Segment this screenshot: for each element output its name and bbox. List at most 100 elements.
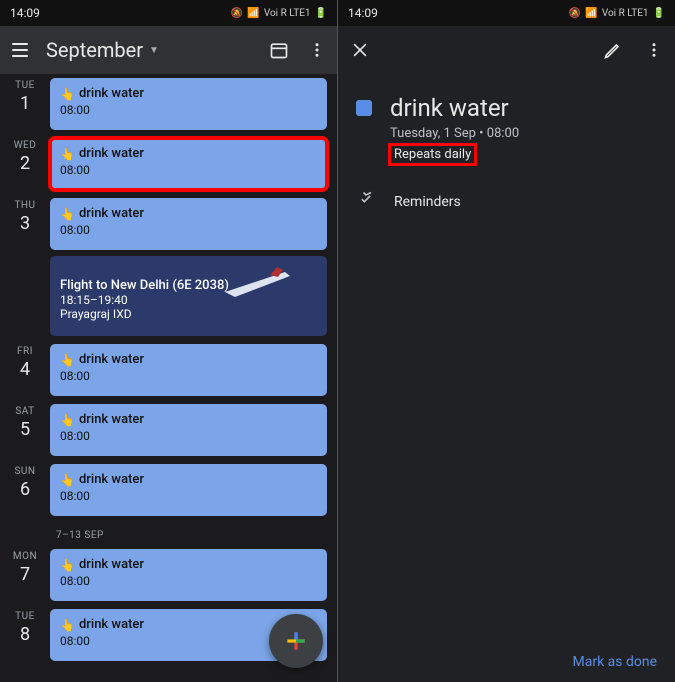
reminder-hand-icon: 👆 [60, 147, 75, 161]
day-row: FRI 4 👆drink water 08:00 [0, 340, 337, 400]
status-indicators: 🔕📶Voi R LTE1🔋 [569, 8, 665, 19]
day-header[interactable]: TUE 8 [0, 605, 50, 665]
reminder-hand-icon: 👆 [60, 618, 75, 632]
events-column: 👆drink water 08:00 [50, 460, 337, 520]
flight-from: Prayagraj IXD [60, 307, 317, 321]
reminder-hand-icon: 👆 [60, 87, 75, 101]
status-time: 14:09 [348, 6, 378, 20]
day-row: MON 7 👆drink water 08:00 [0, 545, 337, 605]
reminder-hand-icon: 👆 [60, 473, 75, 487]
day-header[interactable]: THU 3 [0, 194, 50, 340]
event-title: 👆drink water [60, 352, 317, 367]
day-row: THU 3 👆drink water 08:00 Flight to New D… [0, 194, 337, 340]
event-time: 08:00 [60, 489, 317, 503]
event-time: 08:00 [60, 103, 317, 117]
close-icon[interactable] [350, 40, 370, 60]
reminders-label: Reminders [394, 194, 461, 210]
menu-icon[interactable] [8, 39, 32, 61]
event-title: 👆drink water [60, 412, 317, 427]
reminder-hand-icon: 👆 [60, 207, 75, 221]
event-time: 08:00 [60, 369, 317, 383]
event-datetime: Tuesday, 1 Sep • 08:00 [390, 126, 519, 141]
event-title: drink water [390, 94, 519, 122]
more-icon[interactable] [645, 41, 663, 59]
events-column: 👆drink water 08:00 [50, 134, 337, 194]
event-title: 👆drink water [60, 86, 317, 101]
day-number: 4 [0, 359, 50, 380]
calendar-body[interactable]: TUE 1 👆drink water 08:00 WED 2 👆drink wa… [0, 74, 337, 682]
event-repeat: Repeats daily [390, 145, 475, 164]
day-number: 5 [0, 419, 50, 440]
event-title: 👆drink water [60, 206, 317, 221]
day-row: SAT 5 👆drink water 08:00 [0, 400, 337, 460]
status-indicators: 🔕📶Voi R LTE1🔋 [231, 8, 327, 19]
month-label: September [46, 38, 143, 62]
event-time: 08:00 [60, 163, 317, 177]
event-card[interactable]: 👆drink water 08:00 [50, 78, 327, 130]
day-row: TUE 1 👆drink water 08:00 [0, 74, 337, 134]
week-range-header: 7–13 SEP [0, 520, 337, 545]
day-header[interactable]: SAT 5 [0, 400, 50, 460]
chevron-down-icon: ▼ [149, 45, 159, 56]
calendar-header: September ▼ [0, 26, 337, 74]
events-column: 👆drink water 08:00 [50, 74, 337, 134]
detail-body: drink water Tuesday, 1 Sep • 08:00 Repea… [338, 74, 675, 222]
reminder-hand-icon: 👆 [60, 558, 75, 572]
day-weekday: TUE [0, 611, 50, 622]
more-icon[interactable] [305, 38, 329, 62]
day-number: 3 [0, 213, 50, 234]
event-detail-screen: 14:09 🔕📶Voi R LTE1🔋 drink water Tuesday,… [338, 0, 675, 682]
calendar-screen: 14:09 🔕📶Voi R LTE1🔋 September ▼ TUE 1 👆d… [0, 0, 337, 682]
status-time: 14:09 [10, 6, 40, 20]
event-time: 08:00 [60, 429, 317, 443]
event-time: 08:00 [60, 574, 317, 588]
event-time: 08:00 [60, 223, 317, 237]
edit-icon[interactable] [603, 40, 623, 60]
day-number: 1 [0, 93, 50, 114]
events-column: 👆drink water 08:00 [50, 340, 337, 400]
day-weekday: SUN [0, 466, 50, 477]
events-column: 👆drink water 08:00 [50, 400, 337, 460]
day-header[interactable]: MON 7 [0, 545, 50, 605]
event-card[interactable]: 👆drink water 08:00 [50, 549, 327, 601]
day-header[interactable]: TUE 1 [0, 74, 50, 134]
event-card[interactable]: 👆drink water 08:00 [50, 198, 327, 250]
event-title: 👆drink water [60, 146, 317, 161]
detail-header [338, 26, 675, 74]
day-header[interactable]: WED 2 [0, 134, 50, 194]
event-title: 👆drink water [60, 472, 317, 487]
day-number: 2 [0, 153, 50, 174]
month-selector[interactable]: September ▼ [46, 38, 253, 62]
reminder-hand-icon: 👆 [60, 353, 75, 367]
day-weekday: TUE [0, 80, 50, 91]
event-color-swatch [356, 100, 372, 116]
day-weekday: THU [0, 200, 50, 211]
day-row: SUN 6 👆drink water 08:00 [0, 460, 337, 520]
day-row: WED 2 👆drink water 08:00 [0, 134, 337, 194]
events-column: 👆drink water 08:00 Flight to New Delhi (… [50, 194, 337, 340]
event-card[interactable]: 👆drink water 08:00 [50, 344, 327, 396]
status-bar: 14:09 🔕📶Voi R LTE1🔋 [338, 0, 675, 26]
day-weekday: MON [0, 551, 50, 562]
today-icon[interactable] [267, 38, 291, 62]
reminders-row[interactable]: Reminders [356, 190, 657, 214]
reminder-icon [356, 190, 376, 214]
reminder-hand-icon: 👆 [60, 413, 75, 427]
event-card[interactable]: 👆drink water 08:00 [50, 464, 327, 516]
day-number: 7 [0, 564, 50, 585]
event-card[interactable]: 👆drink water 08:00 [50, 404, 327, 456]
event-card[interactable]: 👆drink water 08:00 [50, 138, 327, 190]
events-column: 👆drink water 08:00 [50, 545, 337, 605]
day-weekday: FRI [0, 346, 50, 357]
day-header[interactable]: FRI 4 [0, 340, 50, 400]
create-event-fab[interactable] [269, 614, 323, 668]
flight-card[interactable]: Flight to New Delhi (6E 2038) 18:15–19:4… [50, 256, 327, 336]
day-header[interactable]: SUN 6 [0, 460, 50, 520]
status-bar: 14:09 🔕📶Voi R LTE1🔋 [0, 0, 337, 26]
day-weekday: SAT [0, 406, 50, 417]
airplane-icon [215, 262, 305, 302]
event-title: 👆drink water [60, 557, 317, 572]
mark-done-button[interactable]: Mark as done [573, 654, 658, 670]
day-number: 8 [0, 624, 50, 645]
day-weekday: WED [0, 140, 50, 151]
